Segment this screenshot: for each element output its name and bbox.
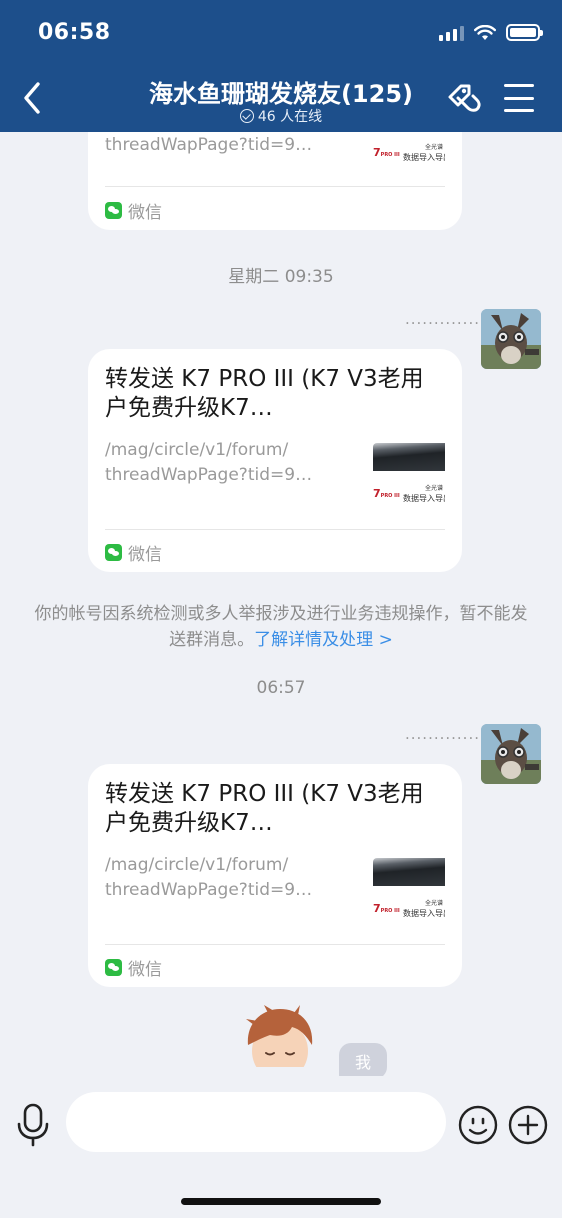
card-title: 转发送 K7 PRO III (K7 V3老用户免费升级K7…: [105, 366, 424, 421]
timestamp: 星期二 09:35: [228, 267, 334, 287]
online-count-text: 46 人在线: [257, 109, 323, 125]
donkey-avatar-icon: [481, 309, 541, 369]
menu-button[interactable]: [504, 84, 534, 112]
wechat-icon: [105, 544, 122, 561]
link-card[interactable]: 转发送 K7 PRO III (K7 V3老用户免费升级K7… /mag/cir…: [88, 349, 462, 572]
card-source: 微信: [105, 540, 162, 565]
card-description: threadWapPage?tid=9…: [105, 135, 313, 155]
avatar[interactable]: [481, 724, 541, 784]
sender-name: ..............: [405, 310, 486, 328]
source-label: 微信: [128, 545, 162, 565]
details-link[interactable]: 了解详情及处理 >: [254, 630, 393, 650]
card-description: /mag/circle/v1/forum/ threadWapPage?tid=…: [105, 855, 313, 900]
card-divider: [105, 186, 445, 187]
status-time: 06:58: [38, 20, 111, 45]
donkey-avatar-icon: [481, 724, 541, 784]
cartoon-boy-sticker[interactable]: [240, 1005, 320, 1076]
card-title: 转发送 K7 PRO III (K7 V3老用户免费升级K7…: [105, 781, 424, 836]
chat-header: 06:58 海水鱼珊瑚发烧友(125) 46 人在线: [0, 0, 562, 132]
battery-icon: [506, 24, 543, 41]
card-thumbnail: 7PRO III 全光谱 数据导入导出: [373, 852, 445, 924]
microphone-icon[interactable]: [14, 1102, 52, 1148]
card-source: 微信: [105, 955, 162, 980]
cellular-signal-icon: [439, 25, 464, 41]
avatar[interactable]: [481, 309, 541, 369]
wechat-icon: [105, 202, 122, 219]
check-circle-icon: [239, 109, 254, 123]
card-divider: [105, 944, 445, 945]
card-divider: [105, 529, 445, 530]
card-source: 微信: [105, 198, 162, 223]
message-input[interactable]: [66, 1092, 446, 1152]
source-label: 微信: [128, 203, 162, 223]
status-icons: [439, 24, 543, 41]
link-card[interactable]: 转发送 K7 PRO III (K7 V3老用户免费升级K7… /mag/cir…: [88, 764, 462, 987]
chat-area[interactable]: threadWapPage?tid=9… 7PRO III 全光谱 数据导入导出…: [0, 132, 562, 1076]
system-notice: 你的帐号因系统检测或多人举报涉及进行业务违规操作，暂不能发送群消息。了解详情及处…: [30, 601, 532, 653]
home-indicator[interactable]: [181, 1198, 381, 1205]
source-label: 微信: [128, 960, 162, 980]
card-description: /mag/circle/v1/forum/ threadWapPage?tid=…: [105, 440, 313, 485]
link-card[interactable]: threadWapPage?tid=9… 7PRO III 全光谱 数据导入导出…: [88, 132, 462, 230]
wechat-icon: [105, 959, 122, 976]
input-bar: [0, 1076, 562, 1218]
plus-circle-icon[interactable]: [508, 1105, 548, 1145]
timestamp: 06:57: [256, 678, 306, 698]
me-bubble[interactable]: 我: [339, 1043, 387, 1076]
card-thumbnail: 7PRO III 全光谱 数据导入导出: [373, 132, 445, 168]
link-tag-icon[interactable]: [444, 80, 484, 118]
smiley-icon[interactable]: [458, 1105, 498, 1145]
card-thumbnail: 7PRO III 全光谱 数据导入导出: [373, 437, 445, 509]
wifi-icon: [474, 24, 496, 40]
sender-name: ..............: [405, 725, 486, 743]
